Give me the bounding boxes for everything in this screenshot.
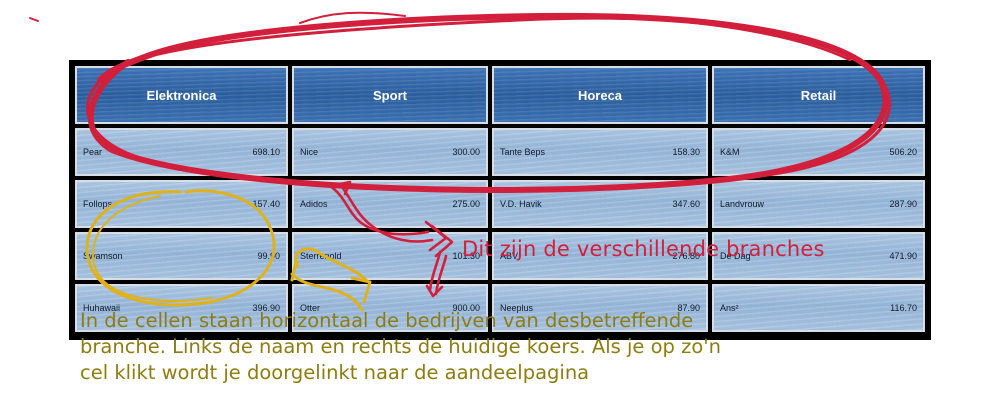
- company-cell[interactable]: Pear 698.10: [75, 128, 288, 176]
- company-cell[interactable]: Swamson 99.90: [75, 232, 288, 280]
- stock-table: Elektronica Sport Horeca Retail Pear 698.…: [69, 60, 931, 340]
- company-name: Sterrenold: [300, 251, 342, 261]
- company-price: 698.10: [252, 147, 280, 157]
- explanation-line: branche. Links de naam en rechts de huid…: [80, 335, 722, 358]
- company-cell[interactable]: V.D. Havik 347.60: [492, 180, 708, 228]
- company-cell[interactable]: Follops 157.40: [75, 180, 288, 228]
- company-cell[interactable]: Sterrenold 101.30: [292, 232, 488, 280]
- company-name: K&M: [720, 147, 740, 157]
- company-name: Adidos: [300, 199, 328, 209]
- company-name: Nice: [300, 147, 319, 157]
- column-header-elektronica: Elektronica: [75, 66, 288, 124]
- column-header-label: Retail: [800, 87, 837, 103]
- annotated-screenshot: Elektronica Sport Horeca Retail Pear 698.…: [0, 0, 1000, 400]
- column-header-label: Horeca: [577, 87, 623, 103]
- company-price: 157.40: [252, 199, 280, 209]
- company-name: Follops: [83, 199, 113, 209]
- company-cell[interactable]: K&M 506.20: [712, 128, 925, 176]
- company-price: 116.70: [890, 303, 917, 313]
- branches-note: Dit zijn de verschillende branches: [462, 237, 825, 261]
- company-price: 99.90: [257, 251, 280, 261]
- company-name: Pear: [83, 147, 103, 157]
- company-name: Ans²: [720, 303, 739, 313]
- company-cell[interactable]: Landvrouw 287.90: [712, 180, 925, 228]
- column-header-horeca: Horeca: [492, 66, 708, 124]
- column-header-label: Sport: [373, 87, 407, 103]
- company-price: 287.90: [889, 199, 917, 209]
- company-cell[interactable]: Ans² 116.70: [712, 284, 925, 332]
- explanation-note: In de cellen staan horizontaal de bedrij…: [80, 308, 721, 386]
- column-header-retail: Retail: [712, 66, 925, 124]
- explanation-line: In de cellen staan horizontaal de bedrij…: [80, 309, 694, 332]
- company-cell[interactable]: Adidos 275.00: [292, 180, 488, 228]
- column-header-sport: Sport: [292, 66, 488, 124]
- company-price: 347.60: [672, 199, 700, 209]
- company-name: Landvrouw: [720, 199, 765, 209]
- company-name: Tante Beps: [500, 147, 546, 157]
- company-price: 506.20: [889, 147, 917, 157]
- company-price: 158.30: [672, 147, 700, 157]
- company-cell[interactable]: Nice 300.00: [292, 128, 488, 176]
- column-header-label: Elektronica: [146, 87, 217, 103]
- explanation-line: cel klikt wordt je doorgelinkt naar de a…: [80, 361, 590, 384]
- company-price: 471.90: [889, 251, 917, 261]
- company-price: 275.00: [452, 199, 480, 209]
- company-cell[interactable]: Tante Beps 158.30: [492, 128, 708, 176]
- company-name: Swamson: [83, 251, 123, 261]
- company-name: V.D. Havik: [500, 199, 542, 209]
- company-price: 300.00: [452, 147, 480, 157]
